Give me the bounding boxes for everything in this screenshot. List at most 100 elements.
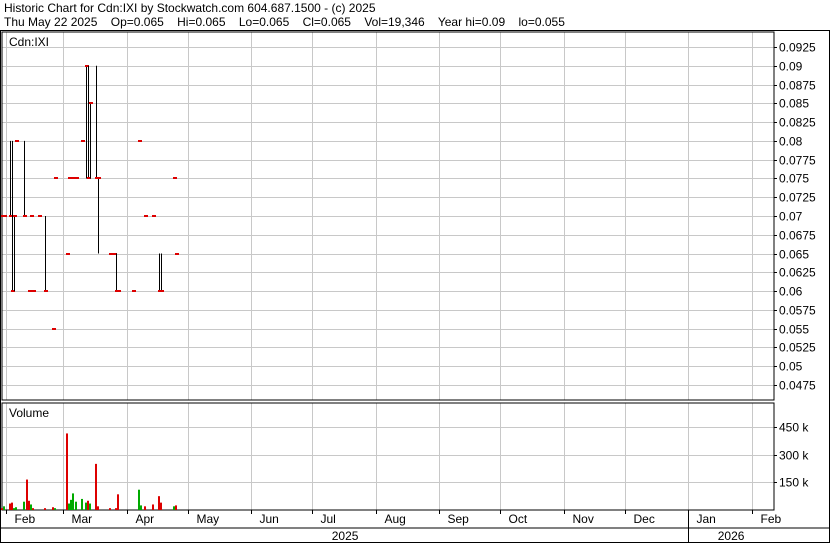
volume-bar — [152, 504, 154, 510]
price-close-tick — [66, 253, 70, 255]
volume-bar — [30, 504, 32, 510]
price-tick-label: 0.0575 — [779, 304, 816, 318]
price-tick-label: 0.075 — [779, 172, 809, 186]
price-tick-label: 0.0675 — [779, 229, 816, 243]
price-tick-label: 0.07 — [779, 210, 803, 224]
price-close-tick — [23, 215, 27, 217]
volume-bar — [52, 507, 54, 510]
volume-bar — [11, 502, 13, 510]
x-axis: Feb Mar Apr May Jun Jul Aug Sep Oct Nov Dec Jan Feb 2… — [6, 510, 782, 543]
panel-frames — [0, 30, 830, 543]
month-label: Feb — [761, 512, 782, 526]
price-tick-label: 0.0825 — [779, 116, 816, 130]
price-tick-label: 0.08 — [779, 135, 803, 149]
price-tick-label: 0.0475 — [779, 379, 816, 393]
year-label: 2025 — [332, 529, 359, 543]
price-close-tick — [144, 215, 148, 217]
volume-bar — [75, 501, 77, 510]
price-tick-label: 0.09 — [779, 60, 803, 74]
price-close-tick — [32, 290, 36, 292]
price-close-tick — [152, 215, 156, 217]
price-close-tick — [3, 215, 7, 217]
price-close-tick — [54, 177, 58, 179]
volume-bar — [158, 496, 160, 510]
price-tick-label: 0.0625 — [779, 266, 816, 280]
month-label: May — [197, 512, 220, 526]
outer-frame — [0, 30, 830, 543]
volume-bar — [140, 505, 142, 510]
volume-panel-frame — [1, 402, 775, 511]
volume-bar — [109, 508, 111, 510]
volume-bar — [1, 508, 3, 510]
price-tick-label: 0.0875 — [779, 79, 816, 93]
month-label: Feb — [15, 512, 36, 526]
volume-bar — [97, 506, 99, 510]
volume-bar — [26, 479, 28, 510]
month-label: Jul — [321, 512, 336, 526]
price-tick-label: 0.085 — [779, 97, 809, 111]
price-tick-label: 0.0775 — [779, 154, 816, 168]
volume-tick-label: 150 k — [779, 476, 809, 490]
volume-bar — [95, 463, 97, 510]
volume-bar — [15, 507, 17, 510]
volume-bar — [175, 505, 177, 510]
volume-bar — [13, 508, 15, 510]
price-tick-label: 0.05 — [779, 360, 803, 374]
price-close-tick — [97, 177, 101, 179]
month-label: Aug — [385, 512, 406, 526]
price-close-tick — [13, 215, 17, 217]
volume-bar — [3, 506, 5, 510]
volume-bar — [68, 503, 70, 510]
volume-bar — [173, 506, 175, 510]
price-close-tick — [81, 140, 85, 142]
price-tick-label: 0.065 — [779, 248, 809, 262]
volume-tick-label: 300 k — [779, 449, 809, 463]
volume-bar — [32, 508, 34, 510]
volume-bar — [54, 508, 56, 510]
month-label: Jan — [697, 512, 716, 526]
price-tick-label: 0.055 — [779, 323, 809, 337]
price-close-tick — [132, 290, 136, 292]
month-label: Oct — [509, 512, 528, 526]
volume-bar — [66, 433, 68, 510]
year-label: 2026 — [718, 529, 745, 543]
volume-bar — [9, 503, 11, 510]
price-close-tick — [175, 253, 179, 255]
volume-bar — [85, 502, 87, 510]
volume-bar — [144, 506, 146, 510]
chart-grid — [2, 32, 774, 510]
price-close-tick — [44, 290, 48, 292]
price-close-tick — [173, 177, 177, 179]
volume-bar — [28, 500, 30, 510]
volume-bar — [160, 502, 162, 510]
price-close-tick — [89, 102, 93, 104]
price-close-tick — [117, 290, 121, 292]
price-close-tick — [30, 215, 34, 217]
price-close-tick — [38, 215, 42, 217]
month-label: Nov — [573, 512, 594, 526]
month-label: Mar — [72, 512, 93, 526]
volume-bar — [81, 498, 83, 510]
price-close-tick — [15, 140, 19, 142]
price-tick-label: 0.0725 — [779, 191, 816, 205]
volume-bar — [87, 500, 89, 510]
price-close-tick — [28, 290, 32, 292]
price-tick-label: 0.0925 — [779, 41, 816, 55]
month-label: Sep — [448, 512, 470, 526]
volume-bar — [89, 503, 91, 510]
stock-chart: Cdn:IXI Volume 0.0475 0.05 0.0525 0.055 0.05… — [0, 30, 830, 543]
volume-bar — [115, 508, 117, 510]
y-axis-ticks: 0.0475 0.05 0.0525 0.055 0.0575 0.06 0.0625 0.0… — [774, 41, 816, 490]
volume-bar — [44, 508, 46, 510]
price-close-tick — [138, 140, 142, 142]
volume-bar — [72, 493, 74, 510]
volume-bars — [1, 433, 177, 510]
volume-bar — [70, 499, 72, 510]
price-close-tick — [52, 328, 56, 330]
volume-bar — [23, 501, 25, 510]
price-tick-label: 0.0525 — [779, 341, 816, 355]
price-panel-label: Cdn:IXI — [9, 35, 49, 49]
price-tick-label: 0.06 — [779, 285, 803, 299]
volume-bar — [117, 494, 119, 510]
month-label: Apr — [136, 512, 155, 526]
